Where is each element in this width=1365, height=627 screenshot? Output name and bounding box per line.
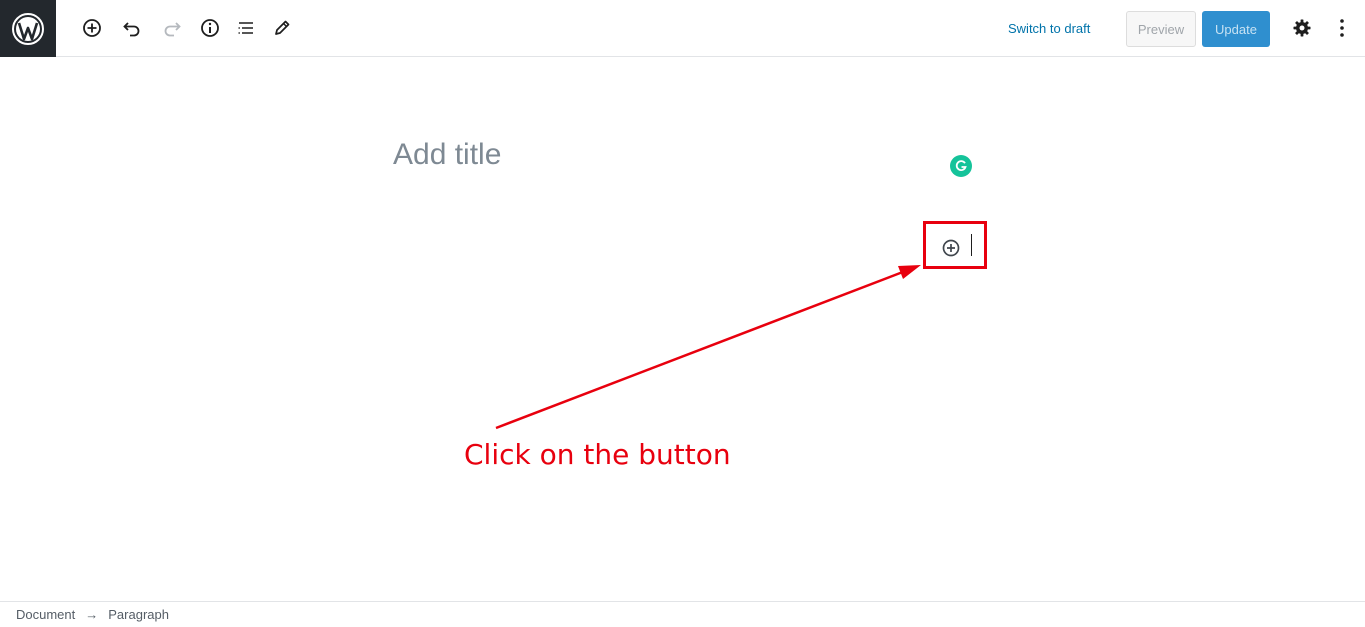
- annotation-text: Click on the button: [464, 438, 731, 471]
- block-breadcrumb: Document → Paragraph: [0, 601, 1365, 627]
- breadcrumb-separator: →: [85, 607, 99, 622]
- breadcrumb-paragraph[interactable]: Paragraph: [108, 607, 169, 622]
- annotation-arrow: [495, 265, 921, 430]
- breadcrumb-document[interactable]: Document: [16, 607, 75, 622]
